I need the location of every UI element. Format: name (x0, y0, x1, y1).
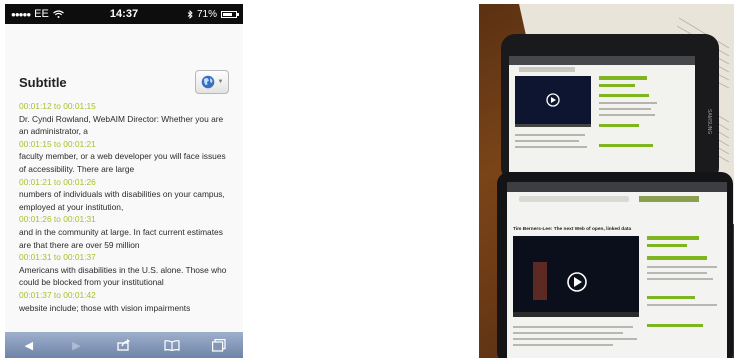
bookmarks-icon[interactable] (160, 335, 184, 355)
small-tablet: SAMSUNG (501, 34, 719, 182)
cue-text: and in the community at large. In fact c… (19, 226, 223, 250)
globe-icon (201, 75, 214, 89)
status-bar: ●●●●● EE 14:37 71% (5, 4, 243, 24)
transcript-entry: 00:01:26 to 00:01:31 and in the communit… (19, 213, 229, 251)
bluetooth-icon (187, 9, 193, 19)
cue-time: 00:01:31 to 00:01:37 (19, 252, 96, 263)
safari-toolbar: ◀ ▶ (5, 332, 243, 358)
cue-text: Americans with disabilities in the U.S. … (19, 264, 227, 288)
video-player (513, 236, 639, 312)
tabs-icon[interactable] (207, 335, 231, 355)
carrier-label: EE (34, 8, 49, 20)
share-icon[interactable] (112, 335, 136, 355)
brand-logo: SAMSUNG (706, 109, 712, 134)
transcript-entry: 00:01:31 to 00:01:37 Americans with disa… (19, 251, 229, 289)
video-title: Tim Berners-Lee: The next Web of open, l… (513, 226, 632, 232)
transcript-entry: 00:01:37 to 00:01:42 website include; th… (19, 289, 229, 314)
transcript-entry: 00:01:15 to 00:01:21 faculty member, or … (19, 138, 229, 176)
chevron-down-icon: ▼ (217, 79, 224, 85)
subtitle-transcript: 00:01:12 to 00:01:15 Dr. Cyndi Rowland, … (19, 100, 229, 314)
cue-text: numbers of individuals with disabilities… (19, 189, 225, 212)
forward-arrow-icon[interactable]: ▶ (64, 335, 88, 355)
signal-strength-icon: ●●●●● (11, 9, 31, 19)
cue-time: 00:01:21 to 00:01:26 (19, 176, 96, 187)
cue-time: 00:01:37 to 00:01:42 (19, 289, 96, 300)
wifi-icon (52, 10, 64, 18)
cue-text: faculty member, or a web developer you w… (19, 151, 226, 174)
language-menu-button[interactable]: ▼ (195, 70, 229, 94)
cue-time: 00:01:15 to 00:01:21 (19, 138, 96, 149)
large-tablet: Tim Berners-Lee: The next Web of open, l… (497, 172, 733, 358)
tablets-photo: SAMSUNG Tim Berners-Lee: The next Web of… (479, 4, 734, 358)
cue-time: 00:01:12 to 00:01:15 (19, 101, 96, 111)
phone-screenshot: ●●●●● EE 14:37 71% Subtitle ▼ 00:01:12 t… (5, 4, 243, 358)
transcript-entry: 00:01:12 to 00:01:15 Dr. Cyndi Rowland, … (19, 100, 229, 138)
battery-icon (221, 10, 239, 18)
back-arrow-icon[interactable]: ◀ (17, 335, 41, 355)
cue-text: Dr. Cyndi Rowland, WebAIM Director: Whet… (19, 113, 224, 137)
transcript-entry: 00:01:21 to 00:01:26 numbers of individu… (19, 176, 229, 214)
page-title: Subtitle (19, 74, 67, 90)
battery-percent: 71% (196, 8, 217, 20)
tablets-photo-drawing: SAMSUNG Tim Berners-Lee: The next Web of… (497, 4, 734, 358)
cue-time: 00:01:26 to 00:01:31 (19, 214, 96, 225)
cue-text: website include; those with vision impai… (19, 302, 191, 313)
